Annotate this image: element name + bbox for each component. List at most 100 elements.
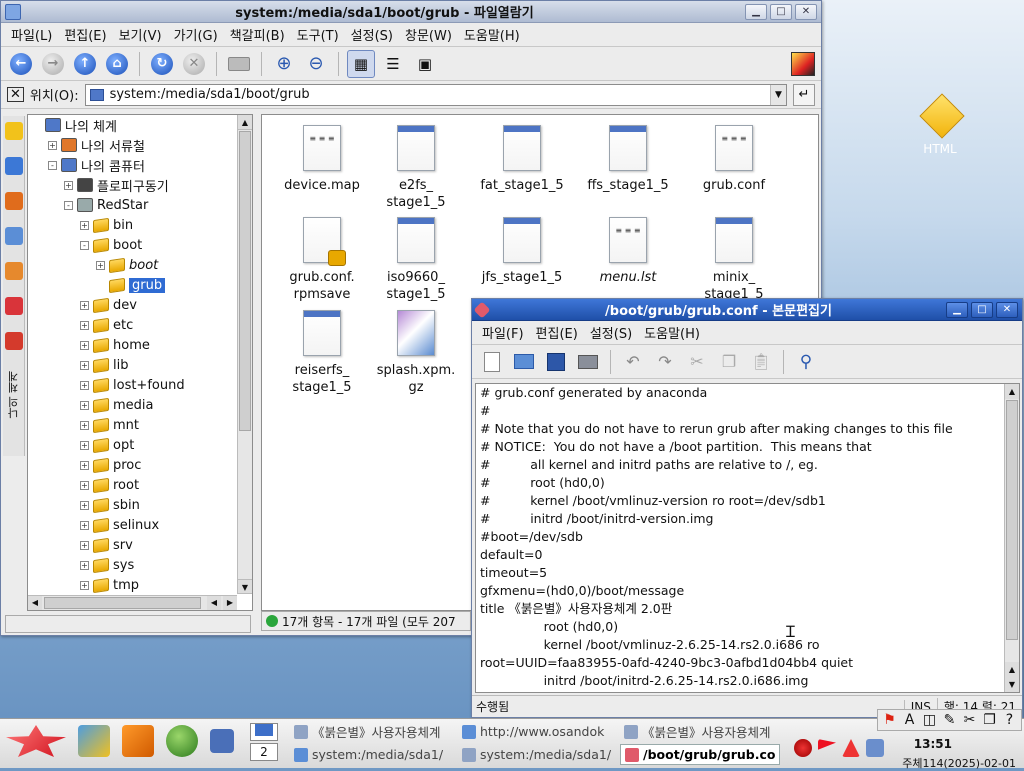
tree-item[interactable]: + media xyxy=(28,395,252,415)
help-icon[interactable]: ? xyxy=(1001,712,1018,729)
file-item[interactable]: e2fs_ stage1_5 xyxy=(368,125,464,211)
tree-item[interactable]: + opt xyxy=(28,435,252,455)
expander-icon[interactable]: + xyxy=(80,420,89,430)
tools-icon[interactable]: ✂ xyxy=(961,712,978,729)
editor-titlebar[interactable]: /boot/grub/grub.conf - 본문편집기 ▁ □ ✕ xyxy=(472,299,1022,321)
minimize-button[interactable]: ▁ xyxy=(745,3,767,20)
expander-icon[interactable]: + xyxy=(80,500,89,510)
close-button[interactable]: ✕ xyxy=(795,3,817,20)
zoom-in-button[interactable]: ⊕ xyxy=(270,50,298,78)
expander-icon[interactable]: + xyxy=(64,180,73,190)
expander-icon[interactable]: + xyxy=(80,580,89,590)
tree-item[interactable]: + sbin xyxy=(28,495,252,515)
menu-item[interactable]: 책갈피(B) xyxy=(224,25,291,44)
desktop-1[interactable] xyxy=(250,723,278,741)
tree-item[interactable]: + bin xyxy=(28,215,252,235)
editor-menu-item[interactable]: 설정(S) xyxy=(584,323,638,342)
tree-item[interactable]: + home xyxy=(28,335,252,355)
expander-icon[interactable]: + xyxy=(80,440,89,450)
tree-item[interactable]: grub xyxy=(28,275,252,295)
file-item[interactable]: grub.conf xyxy=(686,125,782,194)
expander-icon[interactable]: + xyxy=(80,340,89,350)
tree-item[interactable]: + mnt xyxy=(28,415,252,435)
flag-icon[interactable]: ⚑ xyxy=(881,712,898,729)
connection-icon[interactable] xyxy=(866,739,884,757)
undo-button[interactable]: ↶ xyxy=(619,348,647,376)
redo-button[interactable]: ↷ xyxy=(651,348,679,376)
preview-button[interactable]: ▣ xyxy=(411,50,439,78)
tree-item[interactable]: - RedStar xyxy=(28,195,252,215)
text-editor-area[interactable]: # grub.conf generated by anaconda # # Note… xyxy=(475,383,1020,693)
maximize-button[interactable]: □ xyxy=(770,3,792,20)
desktop-icon-html[interactable]: HTML xyxy=(908,93,972,156)
file-item[interactable]: fat_stage1_5 xyxy=(474,125,570,194)
expander-icon[interactable]: + xyxy=(48,140,57,150)
expander-icon[interactable]: + xyxy=(80,560,89,570)
detail-view-button[interactable]: ☰ xyxy=(379,50,407,78)
home-folder-icon[interactable] xyxy=(5,192,23,210)
task-button[interactable]: system:/media/sda1/ xyxy=(458,744,618,765)
paste-button[interactable]: 📋︎ xyxy=(747,348,775,376)
edit-icon[interactable]: ✎ xyxy=(941,712,958,729)
open-file-button[interactable] xyxy=(510,348,538,376)
file-item[interactable]: ffs_stage1_5 xyxy=(580,125,676,194)
file-item[interactable]: iso9660_ stage1_5 xyxy=(368,217,464,303)
expander-icon[interactable]: - xyxy=(48,160,57,170)
tree-item[interactable]: + lib xyxy=(28,355,252,375)
editor-minimize-button[interactable]: ▁ xyxy=(946,301,968,318)
expander-icon[interactable]: + xyxy=(80,220,89,230)
task-button[interactable]: http://www.osandok xyxy=(458,721,618,742)
tree-item[interactable]: + 플로피구동기 xyxy=(28,175,252,195)
file-item[interactable]: device.map xyxy=(274,125,370,194)
expander-icon[interactable]: - xyxy=(80,240,89,250)
save-button[interactable] xyxy=(542,348,570,376)
expander-icon[interactable]: + xyxy=(80,480,89,490)
services-icon[interactable] xyxy=(5,262,23,280)
new-file-button[interactable] xyxy=(478,348,506,376)
tree-item[interactable]: + boot xyxy=(28,255,252,275)
tree-item[interactable]: + sys xyxy=(28,555,252,575)
tree-item[interactable]: 나의 체계 xyxy=(28,115,252,135)
up-button[interactable]: ↑ xyxy=(71,50,99,78)
expander-icon[interactable]: + xyxy=(80,320,89,330)
go-button[interactable]: ↵ xyxy=(793,83,815,106)
menu-item[interactable]: 창문(W) xyxy=(399,25,458,44)
font-a-icon[interactable]: A xyxy=(901,712,918,729)
file-item[interactable]: menu.lst xyxy=(580,217,676,286)
expander-icon[interactable]: + xyxy=(80,460,89,470)
browser-launcher-icon[interactable] xyxy=(166,725,198,757)
location-input[interactable]: system:/media/sda1/boot/grub ▼ xyxy=(84,83,787,106)
tree-vertical-scrollbar[interactable]: ▲ ▼ xyxy=(237,115,252,594)
icon-view-button[interactable]: ▦ xyxy=(347,49,375,78)
bookmarks-star-icon[interactable] xyxy=(5,122,23,140)
history-clock-icon[interactable] xyxy=(5,157,23,175)
menu-item[interactable]: 파일(L) xyxy=(5,25,58,44)
tree-item[interactable]: + proc xyxy=(28,455,252,475)
print-button[interactable] xyxy=(574,348,602,376)
clear-location-icon[interactable]: ✕ xyxy=(7,87,24,102)
tree-item[interactable]: + selinux xyxy=(28,515,252,535)
expander-icon[interactable]: + xyxy=(80,300,89,310)
editor-maximize-button[interactable]: □ xyxy=(971,301,993,318)
cut-button[interactable]: ✂ xyxy=(683,348,711,376)
editor-launcher-icon[interactable] xyxy=(78,725,110,757)
alert-icon[interactable] xyxy=(842,739,860,757)
task-button[interactable]: 《붉은별》사용자용체계 xyxy=(620,721,780,742)
tools-icon[interactable] xyxy=(5,332,23,350)
expander-icon[interactable]: + xyxy=(80,380,89,390)
stop-button[interactable]: ✕ xyxy=(180,50,208,78)
forward-button[interactable]: → xyxy=(39,50,67,78)
tree-item[interactable]: + lost+found xyxy=(28,375,252,395)
expander-icon[interactable]: + xyxy=(80,400,89,410)
find-button[interactable]: ⚲ xyxy=(792,348,820,376)
network-status-icon[interactable] xyxy=(794,739,812,757)
print-button[interactable] xyxy=(225,50,253,78)
editor-menu-item[interactable]: 편집(E) xyxy=(530,323,584,342)
file-item[interactable]: minix_ stage1_5 xyxy=(686,217,782,303)
task-button[interactable]: 《붉은별》사용자용체계 xyxy=(290,721,450,742)
tree-horizontal-scrollbar[interactable]: ◀ ◀ ▶ xyxy=(28,595,237,610)
home-button[interactable]: ⌂ xyxy=(103,50,131,78)
task-button[interactable]: /boot/grub/grub.co xyxy=(620,744,780,765)
tree-item[interactable]: + dev xyxy=(28,295,252,315)
start-menu-star-icon[interactable] xyxy=(6,725,66,757)
